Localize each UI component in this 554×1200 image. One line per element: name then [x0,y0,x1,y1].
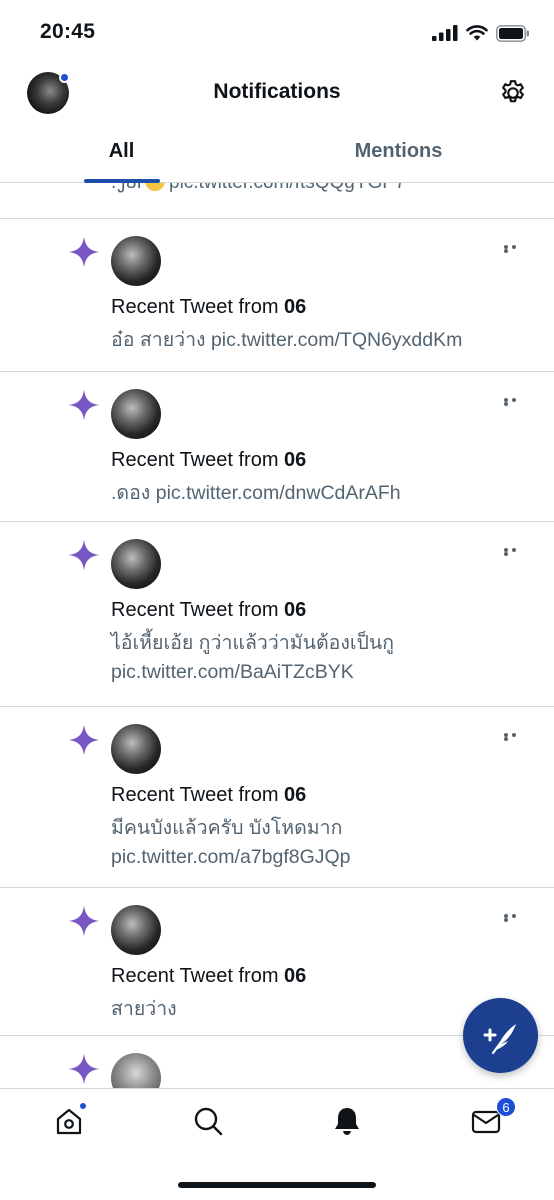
more-options-icon[interactable] [504,733,526,741]
page-title: Notifications [213,80,341,103]
status-bar: 20:45 [0,0,554,62]
nav-home[interactable] [53,1101,88,1137]
home-indicator [178,1182,376,1188]
partial-tweet-prefix: .ງຫ [111,183,141,193]
avatar[interactable] [111,539,161,589]
notification-headline: Recent Tweet from 06 [111,296,306,319]
notification-headline: Recent Tweet from 06 [111,965,306,988]
status-icons [432,22,530,44]
compose-feather-icon [483,1024,516,1055]
headline-user[interactable]: 06 [284,965,306,987]
compose-tweet-button[interactable] [463,998,538,1073]
search-icon [194,1107,223,1136]
list-item[interactable]: Recent Tweet from 06 อ๋อ สายว่าง pic.twi… [0,219,554,372]
bell-icon [335,1108,359,1135]
cellular-signal-icon [432,25,458,41]
headline-user[interactable]: 06 [284,599,306,621]
headline-prefix: Recent Tweet from [111,449,285,471]
wifi-icon [466,25,488,41]
nav-messages[interactable]: 6 [470,1097,516,1137]
tab-all[interactable]: All [0,140,243,163]
tweet-text[interactable]: มีคนบังแล้วครับ บังโหดมาก pic.twitter.co… [111,814,521,872]
avatar[interactable] [111,389,161,439]
sparkle-icon [68,905,100,937]
more-options-icon[interactable] [504,398,526,406]
avatar[interactable] [111,724,161,774]
messages-badge: 6 [496,1097,516,1117]
headline-prefix: Recent Tweet from [111,296,285,318]
headline-user[interactable]: 06 [284,784,306,806]
sparkle-icon [68,1053,100,1085]
tab-bar: All Mentions [0,126,554,183]
tweet-text[interactable]: อ๋อ สายว่าง pic.twitter.com/TQN6yxddKm [111,326,521,355]
notifications-feed: .ງຫ pic.twitter.com/ftsQQgYGP7 Recent Twe… [0,183,554,1088]
tweet-text[interactable]: .ดอง pic.twitter.com/dnwCdArAFh [111,479,521,508]
status-time: 20:45 [40,20,96,43]
headline-user[interactable]: 06 [284,449,306,471]
sparkle-icon [68,389,100,421]
headline-prefix: Recent Tweet from [111,784,285,806]
more-options-icon[interactable] [504,548,526,556]
partial-tweet-text: .ງຫ pic.twitter.com/ftsQQgYGP7 [111,183,406,194]
more-options-icon[interactable] [504,914,526,922]
notification-headline: Recent Tweet from 06 [111,599,306,622]
headline-prefix: Recent Tweet from [111,965,285,987]
partial-tweet-link[interactable]: pic.twitter.com/ftsQQgYGP7 [169,183,406,193]
gear-icon[interactable] [498,78,528,108]
notification-headline: Recent Tweet from 06 [111,449,306,472]
tab-mentions[interactable]: Mentions [277,140,520,163]
avatar[interactable] [111,1053,161,1088]
headline-user[interactable]: 06 [284,296,306,318]
tweet-text[interactable]: สายว่าง [111,995,521,1024]
headline-prefix: Recent Tweet from [111,599,285,621]
avatar[interactable] [111,236,161,286]
notification-headline: Recent Tweet from 06 [111,784,306,807]
list-item[interactable]: Recent Tweet from 06 มีคนบังแล้วครับ บัง… [0,707,554,888]
emoji-icon [145,183,166,191]
battery-icon [496,24,529,42]
avatar[interactable] [111,905,161,955]
nav-notifications[interactable] [331,1105,363,1137]
app-header: Notifications [0,62,554,126]
list-item[interactable]: Recent Tweet from 06 .ดอง pic.twitter.co… [0,372,554,522]
list-item[interactable]: .ງຫ pic.twitter.com/ftsQQgYGP7 [0,183,554,219]
sparkle-icon [68,539,100,571]
more-options-icon[interactable] [504,245,526,253]
tweet-text[interactable]: ไอ้เหี้ยเอ้ย กูว่าแล้วว่ามันต้องเป็นกู p… [111,629,521,687]
sparkle-icon [68,236,100,268]
home-unread-dot [78,1101,88,1111]
list-item[interactable]: Recent Tweet from 06 ไอ้เหี้ยเอ้ย กูว่าแ… [0,522,554,707]
sparkle-icon [68,724,100,756]
nav-search[interactable] [192,1105,224,1137]
